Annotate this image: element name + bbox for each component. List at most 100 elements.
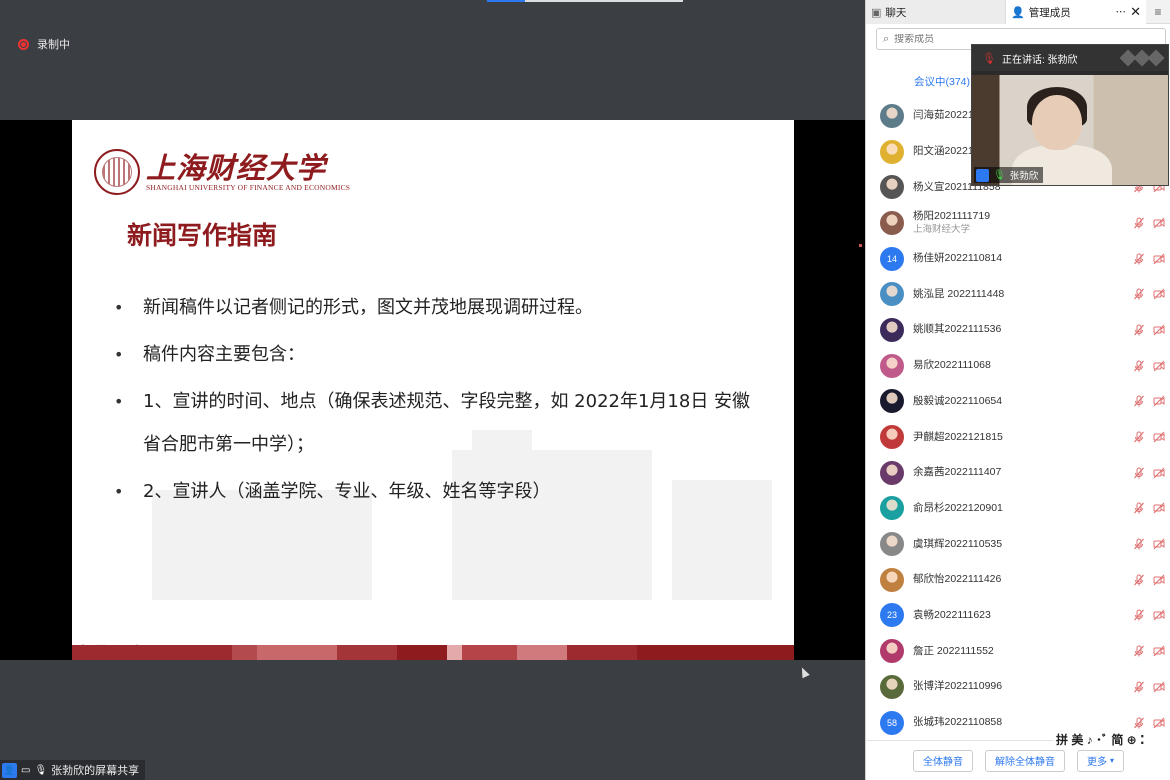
mic-muted-icon[interactable]	[1133, 538, 1145, 550]
member-status-icons	[1133, 360, 1165, 372]
mic-muted-icon[interactable]	[1133, 645, 1145, 657]
mic-muted-icon[interactable]	[1133, 467, 1145, 479]
camera-off-icon[interactable]	[1153, 324, 1165, 336]
slide-bullet: 2、宣讲人（涵盖学院、专业、年级、姓名等字段）	[114, 470, 754, 513]
chevron-down-icon: ▾	[1109, 756, 1114, 765]
mic-muted-icon[interactable]	[1133, 717, 1145, 729]
camera-off-icon[interactable]	[1153, 360, 1165, 372]
mic-muted-icon[interactable]	[1133, 217, 1145, 229]
more-button[interactable]: 更多 ▾	[1076, 749, 1124, 772]
tab-chat[interactable]: ▣ 聊天	[866, 0, 1006, 24]
camera-off-icon[interactable]	[1153, 609, 1165, 621]
tab-members[interactable]: 👤 管理成员 ⋯ ✕	[1006, 0, 1146, 24]
member-avatar	[880, 210, 904, 235]
member-name: 尹麒超2022121815	[913, 430, 1003, 443]
member-avatar	[880, 460, 904, 485]
slide-bullet: 稿件内容主要包含：	[114, 333, 754, 376]
camera-off-icon[interactable]	[1153, 217, 1165, 229]
member-row[interactable]: 尹麒超2022121815	[866, 419, 1170, 455]
member-name-block: 姚泓昆 2022111448	[913, 288, 1004, 301]
mic-muted-icon[interactable]	[1133, 681, 1145, 693]
member-row[interactable]: 郁欣怡2022111426	[866, 562, 1170, 598]
member-name: 詹正 2022111552	[913, 644, 994, 657]
panel-menu-icon[interactable]: ≡	[1146, 0, 1170, 23]
video-controls[interactable]	[1119, 49, 1165, 67]
slide-title: 新闻写作指南	[127, 221, 278, 250]
mute-all-button[interactable]: 全体静音	[912, 749, 973, 772]
screen-share-stage: 录制中 上海财经大学 SHANGHAI UNIVERSITY OF FINANC…	[0, 0, 865, 780]
more-dots-icon[interactable]: ⋯	[1116, 6, 1127, 18]
member-avatar	[880, 317, 904, 342]
member-avatar	[880, 567, 904, 592]
member-status-icons	[1133, 502, 1165, 514]
mic-muted-icon[interactable]	[1133, 360, 1145, 372]
member-row[interactable]: 姚顺其2022111536	[866, 312, 1170, 348]
search-icon: ⌕	[883, 32, 890, 45]
mic-muted-icon[interactable]	[1133, 502, 1145, 514]
top-drag-bar[interactable]	[487, 0, 683, 2]
member-name-block: 杨佳妍2022110814	[913, 252, 1002, 265]
member-name-block: 杨阳2021111719 上海财经大学	[913, 210, 990, 236]
member-row[interactable]: 殷毅诚2022110654	[866, 384, 1170, 420]
member-avatar	[880, 389, 904, 414]
member-avatar	[880, 353, 904, 378]
member-row[interactable]: 姚泓昆 2022111448	[866, 276, 1170, 312]
mic-muted-icon[interactable]	[1133, 431, 1145, 443]
camera-off-icon[interactable]	[1153, 538, 1165, 550]
member-name: 郁欣怡2022111426	[913, 573, 1002, 586]
member-name-block: 易欣2022111068	[913, 359, 991, 372]
search-input[interactable]	[894, 33, 1095, 45]
member-name-block: 张城玮2022110858	[913, 716, 1002, 729]
close-icon[interactable]: ✕	[1130, 4, 1141, 20]
speaker-name: 张勃欣	[1009, 171, 1039, 182]
camera-off-icon[interactable]	[1153, 717, 1165, 729]
camera-off-icon[interactable]	[1153, 431, 1165, 443]
member-row[interactable]: 俞昂杉2022120901	[866, 491, 1170, 527]
camera-off-icon[interactable]	[1153, 253, 1165, 265]
member-name: 杨佳妍2022110814	[913, 252, 1003, 265]
mic-muted-icon[interactable]	[1133, 253, 1145, 265]
member-status-icons	[1133, 717, 1165, 729]
member-name-block: 殷毅诚2022110654	[913, 395, 1002, 408]
member-name-block: 闫海茹20221	[913, 109, 974, 122]
camera-off-icon[interactable]	[1153, 467, 1165, 479]
speaker-video-window[interactable]: 🎙 正在讲话: 张勃欣 🎙 张勃欣	[971, 44, 1169, 186]
camera-off-icon[interactable]	[1153, 502, 1165, 514]
mic-muted-icon[interactable]	[1133, 395, 1145, 407]
camera-off-icon[interactable]	[1153, 681, 1165, 693]
ime-toolbar-text: 拼 美 ♪ ･ﾞ 简 ⊕ ⁚	[1056, 732, 1145, 747]
mic-muted-icon[interactable]	[1133, 609, 1145, 621]
member-name-block: 俞昂杉2022120901	[913, 502, 1003, 515]
member-status-icons	[1133, 217, 1165, 229]
member-name: 杨阳2021111719	[913, 209, 991, 222]
mic-muted-icon[interactable]	[1133, 288, 1145, 300]
member-row[interactable]: 张博洋2022110996	[866, 669, 1170, 705]
member-row[interactable]: 杨阳2021111719 上海财经大学	[866, 205, 1170, 241]
member-avatar: 58	[880, 710, 904, 735]
member-row[interactable]: 詹正 2022111552	[866, 633, 1170, 669]
tab-chat-label: 聊天	[885, 6, 907, 19]
ime-toolbar[interactable]: 拼 美 ♪ ･ﾞ 简 ⊕ ⁚	[1053, 729, 1170, 749]
member-avatar	[880, 282, 904, 307]
member-row[interactable]: 余嘉茜2022111407	[866, 455, 1170, 491]
member-row[interactable]: 23 袁畅2022111623	[866, 598, 1170, 634]
camera-off-icon[interactable]	[1153, 645, 1165, 657]
camera-off-icon[interactable]	[1153, 288, 1165, 300]
member-row[interactable]: 14 杨佳妍2022110814	[866, 241, 1170, 277]
member-row[interactable]: 虞琪辉2022110535	[866, 526, 1170, 562]
camera-off-icon[interactable]	[1153, 574, 1165, 586]
mic-muted-icon[interactable]	[1133, 574, 1145, 586]
member-status-icons	[1133, 395, 1165, 407]
chat-icon: ▣	[871, 6, 882, 19]
logo-chinese-name: 上海财经大学	[146, 150, 327, 185]
member-name-block: 虞琪辉2022110535	[913, 538, 1002, 551]
member-row[interactable]: 易欣2022111068	[866, 348, 1170, 384]
tab-in-meeting[interactable]: 会议中(374)	[914, 74, 970, 89]
member-status-icons	[1133, 645, 1165, 657]
member-avatar	[880, 103, 904, 128]
unmute-all-button[interactable]: 解除全体静音	[984, 749, 1065, 772]
camera-off-icon[interactable]	[1153, 395, 1165, 407]
mic-muted-icon[interactable]	[1133, 324, 1145, 336]
microphone-icon: 🎙	[34, 764, 48, 776]
member-name: 余嘉茜2022111407	[913, 466, 1002, 479]
